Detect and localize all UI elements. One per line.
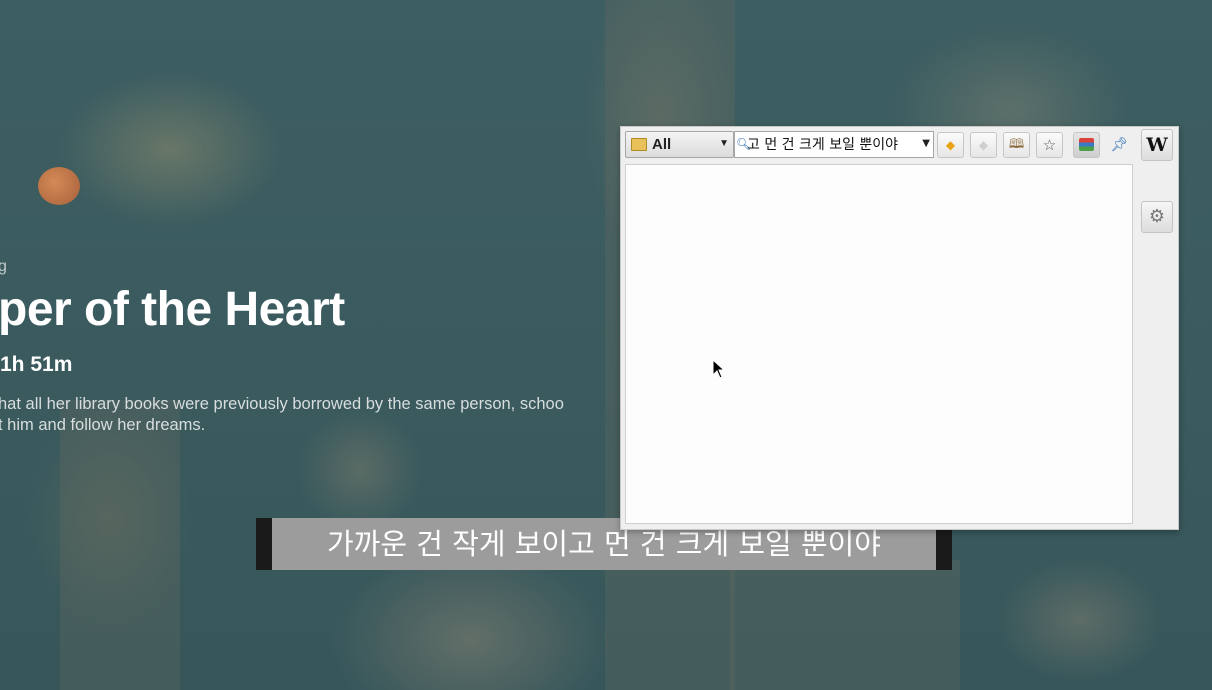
floating-orb: [38, 167, 80, 205]
wikipedia-icon: W: [1146, 134, 1168, 156]
article-view[interactable]: [625, 164, 1133, 524]
popup-toolbar: All ▼ 🔍︎ ▼ ◆ ◆ 🕮︎ ☆ 📌︎: [625, 131, 1133, 158]
star-icon: ☆: [1042, 136, 1057, 154]
hero-description-line: hat all her library books were previousl…: [0, 395, 564, 413]
dictionaries-button[interactable]: [1073, 132, 1100, 158]
pin-button[interactable]: 📌︎: [1106, 132, 1133, 158]
forward-icon: ◆: [978, 138, 989, 152]
folder-icon: [631, 138, 647, 151]
dictionary-group-label: All: [652, 136, 672, 153]
search-input[interactable]: [747, 134, 917, 153]
hero-description-line: t him and follow her dreams.: [0, 416, 206, 434]
chevron-down-icon[interactable]: ▼: [922, 138, 930, 149]
back-icon: ◆: [945, 138, 956, 152]
chevron-down-icon: ▼: [719, 138, 729, 149]
dictionary-popup: All ▼ 🔍︎ ▼ ◆ ◆ 🕮︎ ☆ 📌︎ W: [620, 126, 1179, 530]
forward-button[interactable]: ◆: [970, 132, 997, 158]
background-shape: [730, 560, 960, 690]
favorite-button[interactable]: ☆: [1036, 132, 1063, 158]
search-box: 🔍︎ ▼: [734, 131, 934, 158]
web-search-button[interactable]: [1138, 163, 1174, 224]
pin-icon: 📌︎: [1110, 137, 1129, 153]
hero-runtime: 1h 51m: [0, 353, 73, 376]
book-icon: 🕮︎: [1008, 137, 1025, 152]
hero-title: per of the Heart: [0, 283, 345, 336]
wikipedia-button[interactable]: W: [1141, 129, 1173, 161]
background-shape: [60, 400, 180, 690]
dictionary-group-select[interactable]: All ▼: [625, 131, 734, 158]
hero-kicker: g: [0, 258, 7, 275]
gear-icon: ⚙: [1148, 206, 1166, 227]
hero-description: hat all her library books were previousl…: [0, 394, 564, 436]
cursor-arrow-icon: [712, 358, 726, 379]
settings-button[interactable]: ⚙: [1141, 201, 1173, 233]
books-icon: [1079, 138, 1094, 151]
book-button[interactable]: 🕮︎: [1003, 132, 1030, 158]
back-button[interactable]: ◆: [937, 132, 964, 158]
